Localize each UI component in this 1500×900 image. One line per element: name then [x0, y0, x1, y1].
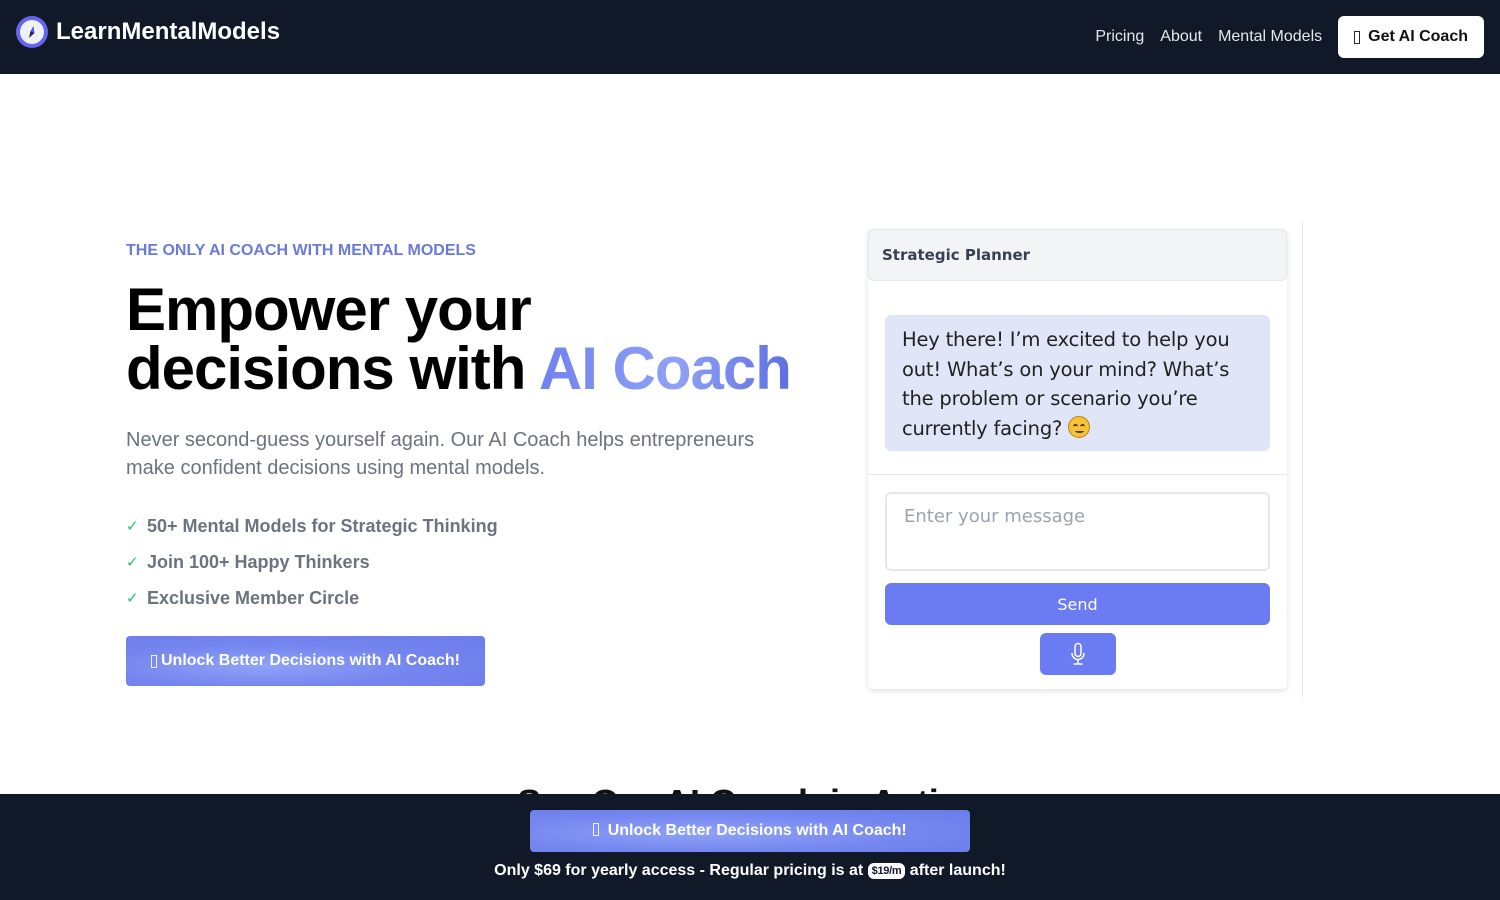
- brand[interactable]: LearnMentalModels: [16, 16, 280, 48]
- nav-link-about[interactable]: About: [1160, 28, 1202, 46]
- pricing-prefix: Only $69 for yearly access - Regular pri…: [494, 862, 868, 879]
- feature-text: Exclusive Member Circle: [147, 587, 360, 608]
- get-ai-coach-label: Get AI Coach: [1368, 28, 1468, 45]
- top-navbar: LearnMentalModels Pricing About Mental M…: [0, 0, 1500, 74]
- assistant-message: Hey there! I’m excited to help you out! …: [885, 315, 1270, 451]
- headline-accent: AI Coach: [538, 335, 792, 402]
- feature-item: ✓ 50+ Mental Models for Strategic Thinki…: [126, 508, 806, 544]
- price-badge: $19/m: [867, 863, 906, 879]
- sticky-unlock-label: Unlock Better Decisions with AI Coach!: [607, 822, 907, 839]
- unlock-ai-coach-button[interactable]: Unlock Better Decisions with AI Coach!: [126, 636, 485, 686]
- check-icon: ✓: [126, 590, 139, 607]
- pricing-suffix: after launch!: [905, 862, 1006, 879]
- feature-list: ✓ 50+ Mental Models for Strategic Thinki…: [126, 508, 806, 616]
- hero-eyebrow: THE ONLY AI COACH WITH MENTAL MODELS: [126, 242, 476, 259]
- chat-title: Strategic Planner: [882, 246, 1031, 264]
- message-input[interactable]: [885, 492, 1270, 571]
- feature-item: ✓ Exclusive Member Circle: [126, 580, 806, 616]
- sticky-unlock-ai-coach-button[interactable]: Unlock Better Decisions with AI Coach!: [530, 810, 970, 852]
- missing-glyph-icon: [150, 654, 157, 668]
- pricing-note: Only $69 for yearly access - Regular pri…: [0, 862, 1500, 880]
- nav-links: Pricing About Mental Models Get AI Coach: [1095, 16, 1484, 58]
- microphone-icon: [1070, 642, 1085, 665]
- get-ai-coach-button[interactable]: Get AI Coach: [1338, 16, 1484, 58]
- compass-icon: [16, 16, 48, 48]
- hero-headline: Empower your decisions with AI Coach: [126, 280, 806, 399]
- headline-line-2-prefix: decisions with: [126, 335, 539, 402]
- microphone-button[interactable]: [1039, 633, 1116, 675]
- feature-item: ✓ Join 100+ Happy Thinkers: [126, 544, 806, 580]
- chat-messages: Hey there! I’m excited to help you out! …: [868, 281, 1287, 475]
- smiling-face-emoji-icon: [1068, 415, 1091, 438]
- check-icon: ✓: [126, 518, 139, 535]
- chat-header: Strategic Planner: [868, 229, 1287, 281]
- sticky-cta-bar: Unlock Better Decisions with AI Coach! O…: [0, 794, 1500, 900]
- send-button[interactable]: Send: [885, 583, 1270, 625]
- assistant-message-text: Hey there! I’m excited to help you out! …: [902, 328, 1230, 440]
- nav-link-pricing[interactable]: Pricing: [1095, 28, 1144, 46]
- hero-subtitle: Never second-guess yourself again. Our A…: [126, 429, 755, 479]
- missing-glyph-icon: [593, 823, 600, 836]
- feature-text: Join 100+ Happy Thinkers: [147, 551, 370, 572]
- brand-name: LearnMentalModels: [56, 18, 281, 45]
- chat-frame-divider: [1302, 222, 1303, 697]
- mic-row: [885, 633, 1270, 675]
- chat-widget: Strategic Planner Hey there! I’m excited…: [868, 229, 1287, 689]
- unlock-ai-coach-label: Unlock Better Decisions with AI Coach!: [160, 652, 460, 669]
- nav-link-mental-models[interactable]: Mental Models: [1218, 28, 1322, 46]
- check-icon: ✓: [126, 554, 139, 571]
- headline-line-1: Empower your: [126, 276, 532, 343]
- chat-input-area: Send: [868, 475, 1287, 675]
- hero-section: THE ONLY AI COACH WITH MENTAL MODELS Emp…: [126, 242, 806, 686]
- feature-text: 50+ Mental Models for Strategic Thinking: [147, 515, 498, 536]
- missing-glyph-icon: [1354, 30, 1361, 44]
